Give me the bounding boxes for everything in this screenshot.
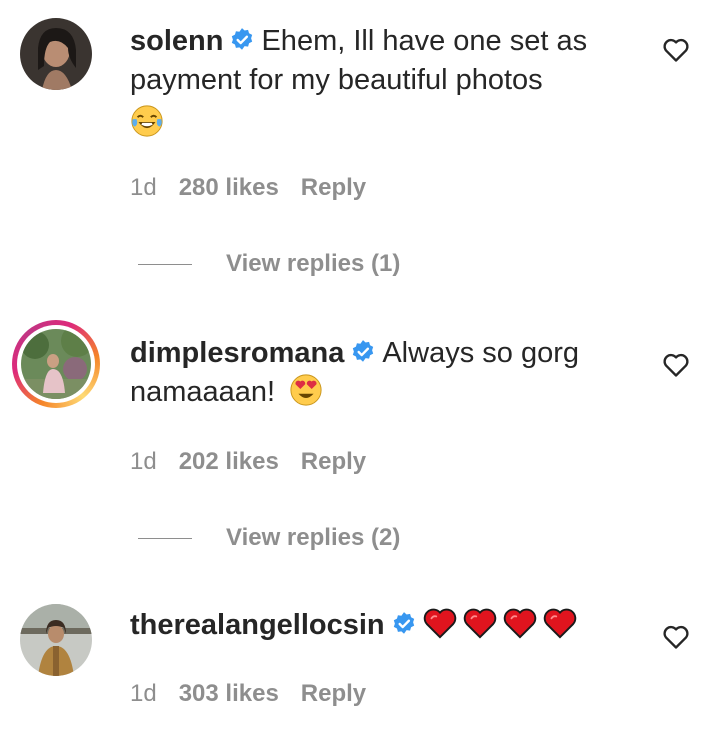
avatar [21, 329, 91, 399]
view-replies-label: View replies (2) [226, 524, 401, 551]
divider-line [138, 264, 192, 266]
red-heart-emoji-icon [543, 608, 576, 639]
like-heart-icon[interactable] [662, 624, 690, 650]
red-heart-emoji-icon [423, 608, 456, 639]
view-replies-button[interactable]: View replies (2) [138, 524, 400, 552]
comment-meta: 1d 303 likes Reply [130, 680, 388, 708]
username[interactable]: dimplesromana [130, 337, 344, 369]
reply-button[interactable]: Reply [301, 174, 366, 201]
verified-badge-icon [393, 612, 414, 634]
like-count[interactable]: 280 likes [179, 174, 279, 201]
like-count[interactable]: 303 likes [179, 680, 279, 707]
laughing-tears-emoji-icon [131, 105, 163, 137]
comment-time: 1d [130, 680, 157, 707]
username[interactable]: therealangellocsin [130, 609, 385, 641]
comment-text-line2: payment for my beautiful photos [130, 64, 543, 96]
verified-badge-icon [232, 28, 253, 50]
avatar-story-ring[interactable] [12, 320, 100, 408]
avatar[interactable] [20, 18, 92, 90]
verified-badge-icon [353, 340, 374, 362]
avatar[interactable] [20, 604, 92, 676]
heart-eyes-emoji-icon [290, 374, 322, 406]
comment-time: 1d [130, 448, 157, 475]
reply-button[interactable]: Reply [301, 680, 366, 707]
reply-button[interactable]: Reply [301, 448, 366, 475]
comment-meta: 1d 202 likes Reply [130, 448, 388, 476]
comment-time: 1d [130, 174, 157, 201]
comment-text-line1: Always so gorg [382, 337, 579, 369]
red-heart-emoji-icon [503, 608, 536, 639]
comment-meta: 1d 280 likes Reply [130, 174, 388, 202]
view-replies-label: View replies (1) [226, 250, 401, 277]
username[interactable]: solenn [130, 25, 223, 57]
red-heart-emoji-icon [463, 608, 496, 639]
divider-line [138, 538, 192, 540]
view-replies-button[interactable]: View replies (1) [138, 250, 400, 278]
comment-text-line2: namaaaan! [130, 376, 276, 408]
like-heart-icon[interactable] [662, 37, 690, 63]
like-heart-icon[interactable] [662, 352, 690, 378]
comment-text-line1: Ehem, Ill have one set as [261, 25, 588, 57]
like-count[interactable]: 202 likes [179, 448, 279, 475]
